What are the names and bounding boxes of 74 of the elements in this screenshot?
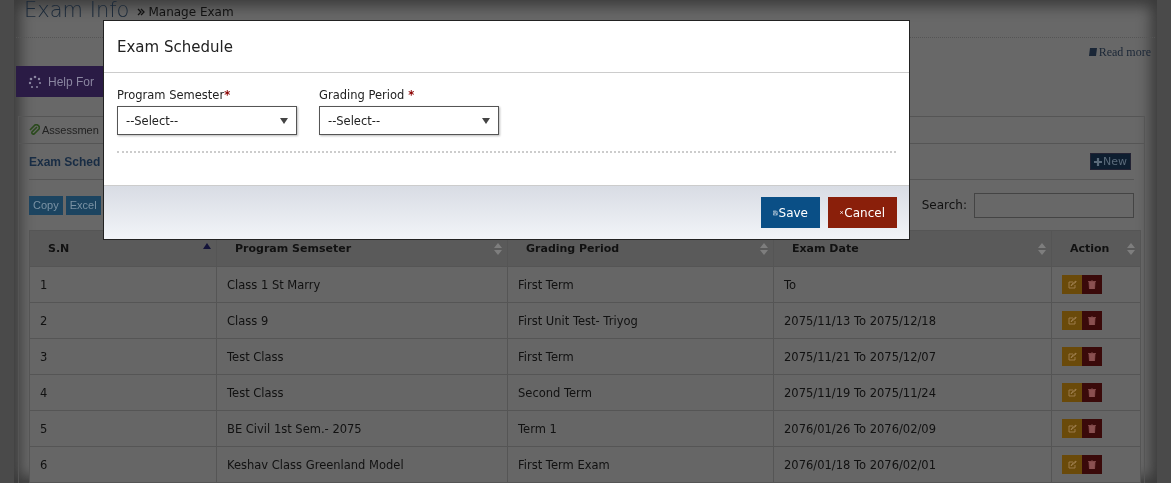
delete-button[interactable] (1082, 419, 1102, 438)
help-button[interactable]: Help For (16, 66, 104, 97)
save-button[interactable]: Save (761, 197, 820, 228)
column-header[interactable]: Action (1051, 230, 1141, 267)
plus-icon (1094, 157, 1102, 166)
edit-icon (1067, 316, 1077, 325)
search-label: Search: (921, 198, 967, 212)
table-cell: Class 1 St Marry (216, 266, 508, 303)
dropdown-caret-icon (280, 117, 288, 124)
table-cell: 2075/11/19 To 2075/11/24 (773, 374, 1052, 411)
table-cell: First Unit Test- Triyog (507, 302, 774, 339)
new-button[interactable]: New (1090, 153, 1131, 170)
select-field[interactable]: --Select-- (117, 106, 297, 135)
dropdown-caret-icon (482, 117, 490, 124)
panel-title: Exam Sched (29, 154, 101, 169)
trash-icon (1088, 352, 1096, 361)
edit-button[interactable] (1062, 419, 1082, 438)
spinner-icon (28, 74, 42, 89)
delete-button[interactable] (1082, 275, 1102, 294)
tab[interactable]: Assessmen (29, 124, 99, 136)
export-button[interactable]: Copy (29, 195, 63, 215)
breadcrumb[interactable]: Manage Exam (137, 5, 234, 19)
table-cell: Term 1 (507, 410, 774, 447)
table-cell: First Term Exam (507, 446, 774, 483)
table-cell: 2075/11/21 To 2075/12/07 (773, 338, 1052, 375)
table-cell: To (773, 266, 1052, 303)
export-button[interactable]: Excel (65, 195, 101, 215)
chevrons-icon (137, 8, 146, 16)
search-field[interactable] (974, 192, 1134, 218)
table-cell: Class 9 (216, 302, 508, 339)
read-more-link[interactable]: Read more (1087, 44, 1151, 60)
edit-button[interactable] (1062, 275, 1082, 294)
book-icon (1087, 47, 1098, 57)
table-cell: 2 (29, 302, 217, 339)
table-cell: Keshav Class Greenland Model (216, 446, 508, 483)
edit-button[interactable] (1062, 383, 1082, 402)
table-cell: 2075/11/13 To 2075/12/18 (773, 302, 1052, 339)
edit-button[interactable] (1062, 455, 1082, 474)
table-cell: First Term (507, 338, 774, 375)
edit-icon (1067, 388, 1077, 397)
edit-icon (1067, 424, 1077, 433)
table-cell: 2076/01/26 To 2076/02/09 (773, 410, 1052, 447)
edit-button[interactable] (1062, 311, 1082, 330)
field-label: Program Semester* (117, 88, 232, 102)
delete-button[interactable] (1082, 311, 1102, 330)
select-field[interactable]: --Select-- (319, 106, 499, 135)
modal-title: Exam Schedule (117, 37, 233, 56)
trash-icon (1088, 460, 1096, 469)
edit-icon (1067, 352, 1077, 361)
table-cell: BE Civil 1st Sem.- 2075 (216, 410, 508, 447)
edit-icon (1067, 460, 1077, 469)
table-cell: 6 (29, 446, 217, 483)
table-cell: Second Term (507, 374, 774, 411)
table-cell: Test Class (216, 374, 508, 411)
trash-icon (1088, 280, 1096, 289)
table-cell: Test Class (216, 338, 508, 375)
paperclip-icon (29, 124, 40, 136)
field-label: Grading Period * (319, 88, 416, 102)
table-cell: 2076/01/18 To 2076/02/01 (773, 446, 1052, 483)
page-title: Exam Info (24, 0, 130, 20)
trash-icon (1088, 424, 1096, 433)
trash-icon (1088, 388, 1096, 397)
table-cell: 5 (29, 410, 217, 447)
delete-button[interactable] (1082, 347, 1102, 366)
trash-icon (1088, 316, 1096, 325)
table-cell: 3 (29, 338, 217, 375)
delete-button[interactable] (1082, 455, 1102, 474)
edit-button[interactable] (1062, 347, 1082, 366)
table-cell: 4 (29, 374, 217, 411)
cancel-button[interactable]: Cancel (828, 197, 897, 228)
delete-button[interactable] (1082, 383, 1102, 402)
edit-icon (1067, 280, 1077, 289)
table-cell: First Term (507, 266, 774, 303)
table-cell: 1 (29, 266, 217, 303)
